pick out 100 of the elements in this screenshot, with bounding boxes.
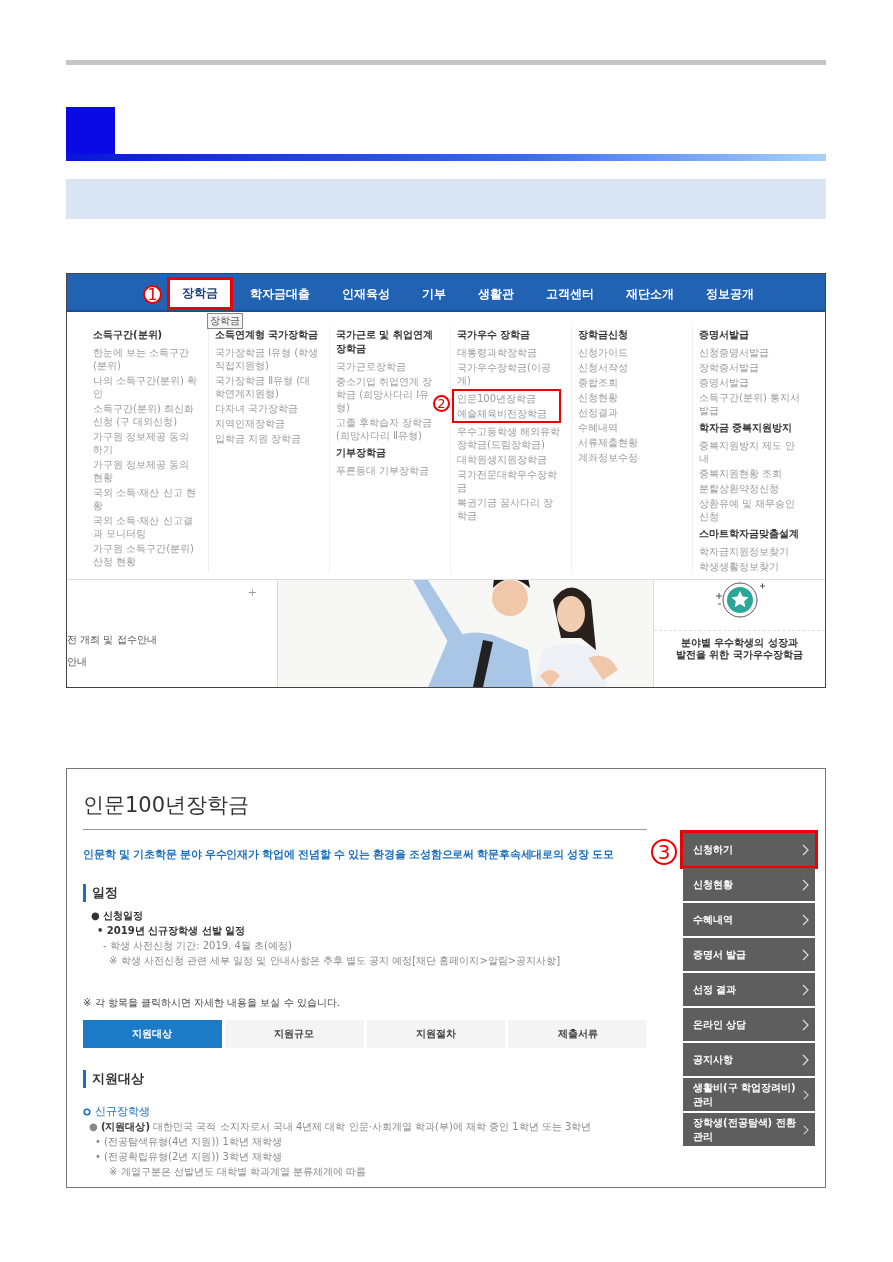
menu-link[interactable]: 지역인재장학금 — [215, 417, 319, 430]
menu-link[interactable]: 인문100년장학금 — [457, 392, 556, 405]
menu-link[interactable]: 한눈에 보는 소득구간(분위) — [93, 346, 198, 372]
menu-link[interactable]: 우수고등학생 해외유학 장학금(드림장학금) — [457, 425, 561, 451]
menu-link[interactable]: 중복지원방지 제도 안내 — [699, 439, 803, 465]
menu-link[interactable]: 국가장학금 Ⅱ유형 (대학연계지원형) — [215, 374, 319, 400]
nav-tab[interactable]: 재단소개 — [611, 278, 689, 310]
ring-bullet-icon — [83, 1107, 91, 1116]
side-menu-button[interactable]: 선정 결과 — [683, 973, 815, 1006]
section-heading: 일정 — [83, 884, 647, 902]
menu-heading: 소득연계형 국가장학금 — [215, 328, 319, 342]
menu-link[interactable]: 푸른등대 기부장학금 — [336, 464, 440, 477]
menu-link[interactable]: 대통령과학장학금 — [457, 346, 561, 359]
schedule-text: - 학생 사전신청 기간: 2019. 4월 초(예정) — [102, 939, 293, 953]
callout-number: 2 — [433, 395, 450, 412]
chevron-right-icon — [802, 843, 809, 856]
schedule-text: ● 신청일정 — [90, 909, 145, 923]
menu-link[interactable]: 다자녀 국가장학금 — [215, 402, 319, 415]
menu-link[interactable]: 국가전문대학우수장학금 — [457, 468, 561, 494]
menu-heading: 국가우수 장학금 — [457, 328, 532, 342]
menu-link[interactable]: 입학금 지원 장학금 — [215, 432, 319, 445]
heading-square — [66, 107, 115, 154]
menu-link[interactable]: 국외 소득·재산 신고결과 모니터링 — [93, 514, 198, 540]
menu-link[interactable]: 선정결과 — [578, 406, 682, 419]
notice-link[interactable]: 전 개최 및 접수안내 — [67, 633, 277, 647]
chevron-right-icon — [803, 1123, 809, 1136]
side-menu-button[interactable]: 신청하기 — [683, 833, 815, 866]
menu-link[interactable]: 소득구간(분위) 통지서 발급 — [699, 391, 803, 417]
chevron-right-icon — [802, 983, 809, 996]
menu-link[interactable]: 복권기금 꿈사다리 장학금 — [457, 496, 561, 522]
chevron-right-icon — [802, 878, 809, 891]
side-menu-button[interactable]: 생활비(구 학업장려비) 관리 — [683, 1078, 815, 1111]
subsection-title: 신규장학생 — [95, 1104, 150, 1119]
eligibility-text: • (전공확립유형(2년 지원)) 3학년 재학생 — [94, 1150, 283, 1164]
chevron-right-icon — [802, 913, 809, 926]
menu-link[interactable]: 종합조회 — [578, 376, 682, 389]
menu-link[interactable]: 학자금지원정보찾기 — [699, 545, 803, 558]
menu-link[interactable]: 장학증서발급 — [699, 361, 803, 374]
nav-tab[interactable]: 학자금대출 — [235, 278, 325, 310]
menu-link[interactable]: 서류제출현황 — [578, 436, 682, 449]
menu-heading: 기부장학금 — [336, 446, 387, 460]
menu-link[interactable]: 상환유예 및 채무승인 신청 — [699, 497, 803, 523]
menu-link[interactable]: 가구원 소득구간(분위) 산정 현황 — [93, 542, 198, 568]
content-tab[interactable]: 지원대상 — [83, 1020, 222, 1048]
nav-tab[interactable]: 인재육성 — [327, 278, 405, 310]
nav-tab[interactable]: 장학금 — [167, 277, 233, 310]
menu-link[interactable]: 신청서작성 — [578, 361, 682, 374]
menu-link[interactable]: 소득구간(분위) 최신화 신청 (구 대외신청) — [93, 402, 198, 428]
menu-link[interactable]: 신청증명서발급 — [699, 346, 803, 359]
schedule-text: ※ 학생 사전신청 관련 세부 일정 및 안내사항은 추후 별도 공지 예정[재단 홈페이지>알림>공지사항] — [108, 954, 562, 968]
menu-heading: 장학금신청 — [578, 328, 629, 342]
chevron-right-icon — [802, 1053, 809, 1066]
menu-link[interactable]: 국가우수장학금(이공계) — [457, 361, 561, 387]
hint-text: ※ 각 항목을 클릭하시면 자세한 내용을 보실 수 있습니다. — [83, 996, 341, 1010]
menu-link[interactable]: 예술체육비전장학금 — [457, 407, 556, 420]
side-menu-button[interactable]: 장학생(전공탐색) 전환 관리 — [683, 1113, 815, 1146]
notice-link[interactable]: 안내 — [67, 655, 277, 669]
menu-link[interactable]: 대학원생지원장학금 — [457, 453, 561, 466]
side-menu-button[interactable]: 공지사항 — [683, 1043, 815, 1076]
content-tab[interactable]: 제출서류 — [508, 1020, 647, 1048]
side-menu-button[interactable]: 신청현황 — [683, 868, 815, 901]
side-menu-button[interactable]: 온라인 상담 — [683, 1008, 815, 1041]
menu-link[interactable]: 신청현황 — [578, 391, 682, 404]
menu-link[interactable]: 국가근로장학금 — [336, 360, 440, 373]
nav-tab[interactable]: 기부 — [407, 278, 461, 310]
menu-link[interactable]: 고졸 후학습자 장학금 (희망사다리 Ⅱ유형) — [336, 416, 440, 442]
menu-link[interactable]: 국외 소득·재산 신고 현황 — [93, 486, 198, 512]
eligibility-text: ● (지원대상) 대한민국 국적 소지자로서 국내 4년제 대학 인문·사회계열 학과(부)에 재학 중인 1학년 또는 3학년 — [88, 1120, 593, 1134]
nav-tab[interactable]: 고객센터 — [531, 278, 609, 310]
eligibility-text: ※ 계열구분은 선발년도 대학별 학과계열 분류체계에 따름 — [108, 1165, 368, 1179]
menu-heading: 국가근로 및 취업연계 장학금 — [336, 328, 434, 356]
promo-text: 분야별 우수학생의 성장과 발전을 위한 국가우수장학금 — [654, 630, 825, 661]
menu-link[interactable]: 계좌정보수정 — [578, 451, 682, 464]
menu-link[interactable]: 학생생활정보찾기 — [699, 560, 803, 573]
expand-icon[interactable]: + — [247, 586, 257, 599]
menu-link[interactable]: 가구원 정보제공 동의 하기 — [93, 430, 198, 456]
chevron-right-icon — [803, 1088, 809, 1101]
menu-heading: 학자금 중복지원방지 — [699, 421, 794, 435]
nav-tab[interactable]: 생활관 — [463, 278, 529, 310]
menu-link[interactable]: 분할상환약정신청 — [699, 482, 803, 495]
side-menu-button[interactable]: 수혜내역 — [683, 903, 815, 936]
menu-link[interactable]: 나의 소득구간(분위) 확인 — [93, 374, 198, 400]
callout-number: 3 — [651, 839, 677, 865]
menu-link[interactable]: 중복지원현황 조회 — [699, 467, 803, 480]
tooltip: 장학금 — [207, 313, 243, 329]
page-title: 인문100년장학금 — [83, 779, 647, 830]
callout-number: 1 — [143, 285, 162, 304]
menu-link[interactable]: 증명서발급 — [699, 376, 803, 389]
side-menu-button[interactable]: 증명서 발급 — [683, 938, 815, 971]
content-tab[interactable]: 지원절차 — [366, 1020, 506, 1048]
menu-heading: 소득구간(분위) — [93, 328, 164, 342]
menu-link[interactable]: 국가장학금 Ⅰ유형 (학생직접지원형) — [215, 346, 319, 372]
menu-link[interactable]: 수혜내역 — [578, 421, 682, 434]
menu-link[interactable]: 가구원 정보제공 동의현황 — [93, 458, 198, 484]
content-tab[interactable]: 지원규모 — [224, 1020, 364, 1048]
lead-text: 인문학 및 기초학문 분야 우수인재가 학업에 전념할 수 있는 환경을 조성함으로써 학문후속세대로의 성장 도모 — [83, 847, 615, 862]
menu-heading: 스마트학자금맞춤설계 — [699, 527, 800, 541]
menu-link[interactable]: 신청가이드 — [578, 346, 682, 359]
chevron-right-icon — [802, 1018, 809, 1031]
nav-tab[interactable]: 정보공개 — [691, 278, 769, 310]
